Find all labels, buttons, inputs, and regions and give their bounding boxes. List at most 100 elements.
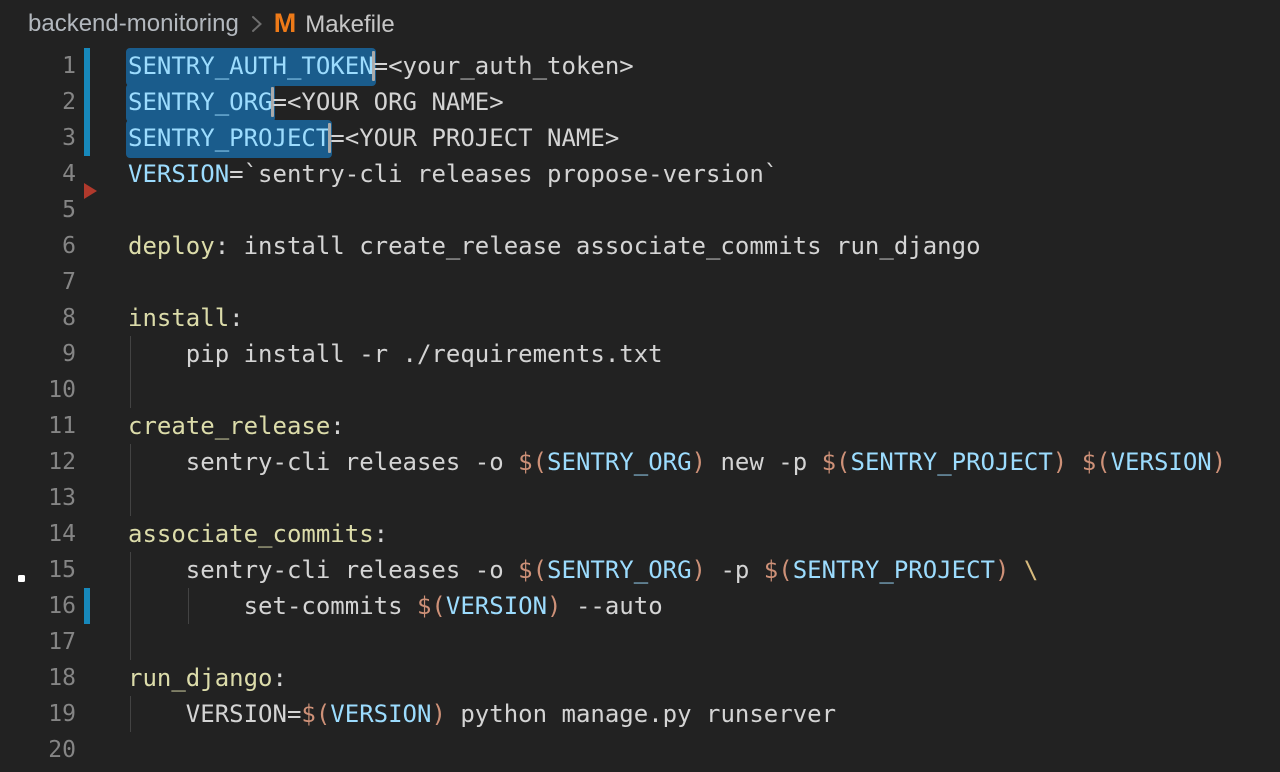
code-line[interactable]: 5 — [0, 192, 1280, 228]
code-line[interactable]: 11 create_release: — [0, 408, 1280, 444]
git-modified-indicator — [84, 84, 90, 120]
editor-gutter — [76, 552, 128, 588]
code-text — [128, 624, 1280, 660]
code-line-content: run_django: — [128, 664, 287, 692]
line-number[interactable]: 13 — [0, 480, 76, 516]
code-segment: =<YOUR ORG NAME> — [273, 88, 504, 116]
line-number[interactable]: 16 — [0, 588, 76, 624]
line-number[interactable]: 11 — [0, 408, 76, 444]
code-line[interactable]: 3 SENTRY_PROJECT=<YOUR PROJECT NAME> — [0, 120, 1280, 156]
white-dot-artifact — [18, 575, 25, 582]
code-line-content: deploy: install create_release associate… — [128, 232, 981, 260]
code-line[interactable]: 1 SENTRY_AUTH_TOKEN=<your_auth_token> — [0, 48, 1280, 84]
line-number[interactable]: 15 — [0, 552, 76, 588]
code-segment: -p — [706, 556, 764, 584]
code-segment: install — [128, 304, 229, 332]
indent-guide — [130, 696, 131, 732]
code-area[interactable]: 1 SENTRY_AUTH_TOKEN=<your_auth_token> 2 SEN… — [0, 48, 1280, 768]
code-line[interactable]: 15 sentry-cli releases -o $(SENTRY_ORG) … — [0, 552, 1280, 588]
line-number[interactable]: 14 — [0, 516, 76, 552]
code-segment: ) — [692, 556, 706, 584]
code-line[interactable]: 10 — [0, 372, 1280, 408]
code-line[interactable]: 7 — [0, 264, 1280, 300]
line-number[interactable]: 12 — [0, 444, 76, 480]
code-segment: VERSION — [1111, 448, 1212, 476]
line-number[interactable]: 18 — [0, 660, 76, 696]
code-line[interactable]: 17 — [0, 624, 1280, 660]
code-line[interactable]: 8 install: — [0, 300, 1280, 336]
code-segment: sentry-cli releases -o — [128, 556, 518, 584]
code-line[interactable]: 9 pip install -r ./requirements.txt — [0, 336, 1280, 372]
line-number[interactable]: 19 — [0, 696, 76, 732]
indent-guide — [130, 336, 131, 372]
code-segment: \ — [1024, 556, 1038, 584]
code-segment: VERSION= — [128, 700, 301, 728]
code-segment: VERSION — [128, 160, 229, 188]
code-text — [128, 480, 1280, 516]
code-line[interactable]: 16 set-commits $(VERSION) --auto — [0, 588, 1280, 624]
code-text: SENTRY_PROJECT=<YOUR PROJECT NAME> — [128, 120, 1280, 156]
editor-gutter — [76, 516, 128, 552]
code-text: create_release: — [128, 408, 1280, 444]
line-number[interactable]: 9 — [0, 336, 76, 372]
code-segment: SENTRY_PROJECT — [851, 448, 1053, 476]
code-segment: ) — [431, 700, 445, 728]
code-text: sentry-cli releases -o $(SENTRY_ORG) new… — [128, 444, 1280, 480]
code-segment: run_django — [128, 664, 273, 692]
indent-guide — [188, 588, 189, 624]
code-text — [128, 264, 1280, 300]
git-deleted-indicator — [84, 183, 97, 199]
code-segment: $( — [518, 556, 547, 584]
editor-gutter — [76, 84, 128, 120]
selected-text: SENTRY_AUTH_TOKEN — [126, 48, 376, 86]
git-modified-indicator — [84, 48, 90, 84]
breadcrumb-folder[interactable]: backend-monitoring — [28, 10, 239, 38]
code-line[interactable]: 18 run_django: — [0, 660, 1280, 696]
code-segment: ) — [692, 448, 706, 476]
code-segment: SENTRY_ORG — [547, 448, 692, 476]
code-line[interactable]: 6 deploy: install create_release associat… — [0, 228, 1280, 264]
line-number[interactable]: 7 — [0, 264, 76, 300]
editor-gutter — [76, 624, 128, 660]
code-segment: $( — [417, 592, 446, 620]
editor-gutter — [76, 408, 128, 444]
code-segment: create_release — [128, 412, 330, 440]
code-line[interactable]: 2 SENTRY_ORG=<YOUR ORG NAME> — [0, 84, 1280, 120]
code-line[interactable]: 14associate_commits: — [0, 516, 1280, 552]
code-segment: =<your_auth_token> — [374, 52, 634, 80]
selected-text: SENTRY_ORG — [126, 84, 275, 122]
code-line-content: create_release: — [128, 412, 345, 440]
code-segment: : — [273, 664, 287, 692]
breadcrumb-file[interactable]: MMakefile — [274, 10, 395, 39]
code-line[interactable]: 20 — [0, 732, 1280, 768]
line-number[interactable]: 10 — [0, 372, 76, 408]
indent-guide — [130, 624, 131, 660]
editor-gutter — [76, 264, 128, 300]
code-line[interactable]: 19 VERSION=$(VERSION) python manage.py r… — [0, 696, 1280, 732]
line-number[interactable]: 5 — [0, 192, 76, 228]
code-line[interactable]: 12 sentry-cli releases -o $(SENTRY_ORG) … — [0, 444, 1280, 480]
line-number[interactable]: 8 — [0, 300, 76, 336]
code-segment — [1067, 448, 1081, 476]
git-modified-indicator — [84, 120, 90, 156]
code-text: VERSION=$(VERSION) python manage.py runs… — [128, 696, 1280, 732]
indent-guide — [130, 588, 131, 624]
line-number[interactable]: 17 — [0, 624, 76, 660]
code-line[interactable]: 13 — [0, 480, 1280, 516]
code-segment: sentry-cli releases -o — [128, 448, 518, 476]
editor-gutter — [76, 660, 128, 696]
code-line-content: install: — [128, 304, 244, 332]
line-number[interactable]: 20 — [0, 732, 76, 768]
line-number[interactable]: 1 — [0, 48, 76, 84]
editor-gutter — [76, 732, 128, 768]
code-segment — [1009, 556, 1023, 584]
makefile-icon: M — [274, 8, 297, 38]
line-number[interactable]: 2 — [0, 84, 76, 120]
code-line-content: SENTRY_PROJECT=<YOUR PROJECT NAME> — [128, 124, 619, 152]
line-number[interactable]: 4 — [0, 156, 76, 192]
line-number[interactable]: 6 — [0, 228, 76, 264]
line-number[interactable]: 3 — [0, 120, 76, 156]
editor-gutter — [76, 48, 128, 84]
code-line[interactable]: 4VERSION=`sentry-cli releases propose-ve… — [0, 156, 1280, 192]
code-line-content: set-commits $(VERSION) --auto — [128, 592, 663, 620]
